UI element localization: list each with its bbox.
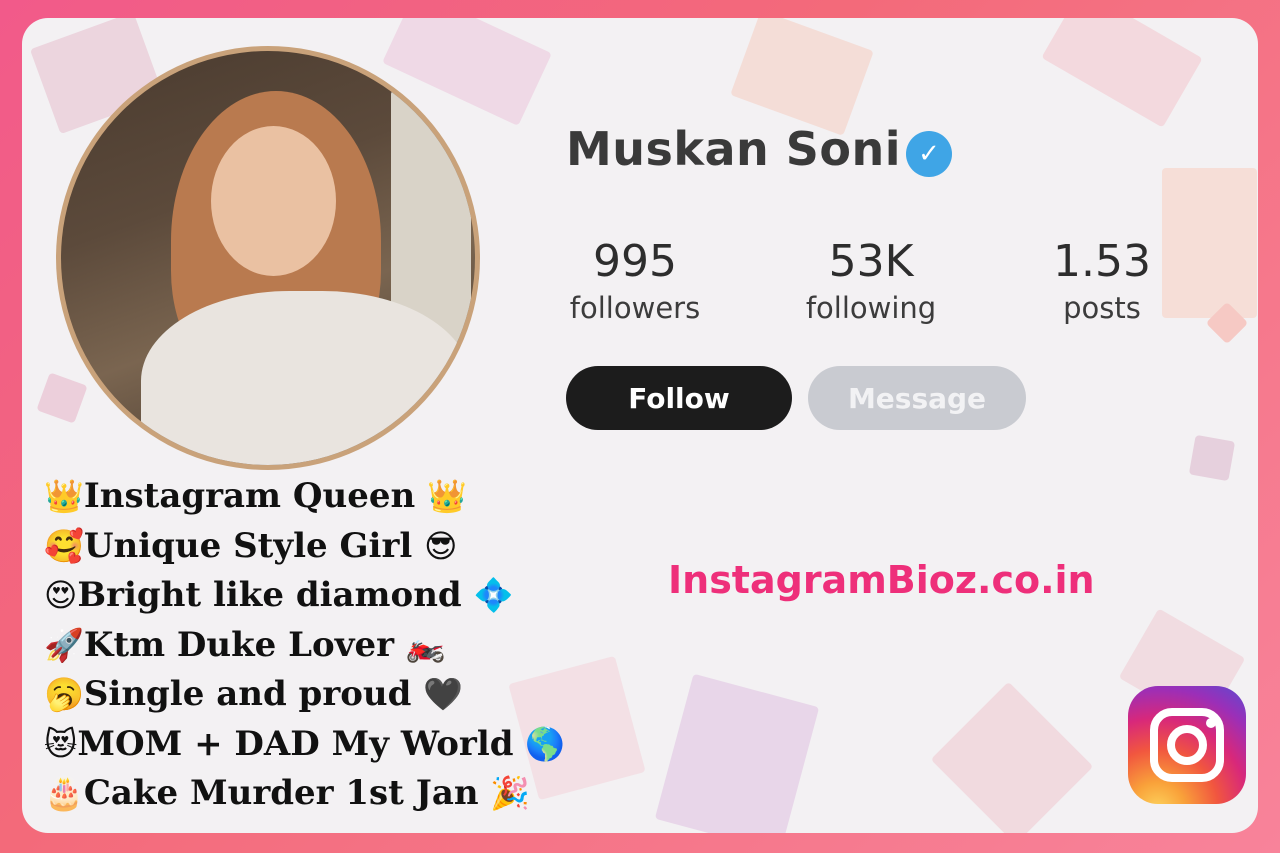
bio-text: Bright like diamond xyxy=(77,575,462,615)
follow-button[interactable]: Follow xyxy=(566,366,792,430)
bio-line: 🥰Unique Style Girl 😎 xyxy=(44,522,604,572)
profile-name: Muskan Soni xyxy=(566,122,902,176)
party-popper-icon: 🎉 xyxy=(490,774,531,812)
bio-text: Ktm Duke Lover xyxy=(83,624,395,665)
stat-value: 1.53 xyxy=(1053,236,1151,287)
crown-icon: 👑 xyxy=(427,477,467,515)
crown-icon: 👑 xyxy=(44,477,84,515)
motorcycle-icon: 🏍️ xyxy=(405,625,446,664)
website-watermark: InstagramBioz.co.in xyxy=(668,558,1095,602)
globe-icon: 🌎 xyxy=(525,724,566,763)
bio-line: 👑Instagram Queen 👑 xyxy=(44,472,604,522)
stat-posts[interactable]: 1.53 posts xyxy=(1032,236,1172,325)
stat-followers[interactable]: 995 followers xyxy=(560,236,710,325)
black-heart-icon: 🖤 xyxy=(423,675,464,713)
instagram-logo-lens xyxy=(1167,725,1207,765)
bio-text: Cake Murder 1st Jan xyxy=(83,773,479,813)
bio-line: 😻MOM + DAD My World 🌎 xyxy=(44,720,604,770)
bio-line: 🚀Ktm Duke Lover 🏍️ xyxy=(44,621,604,671)
bio-text: Unique Style Girl xyxy=(83,525,413,566)
stat-following[interactable]: 53K following xyxy=(796,236,946,325)
instagram-logo-icon xyxy=(1128,686,1246,804)
background-decoration xyxy=(654,673,820,833)
yawning-face-icon: 🥱 xyxy=(44,675,84,713)
bio-text: Instagram Queen xyxy=(83,476,416,516)
bio-line: 🎂Cake Murder 1st Jan 🎉 xyxy=(44,769,604,819)
bio-text: Single and proud xyxy=(83,674,412,714)
heart-eyes-cat-icon: 😻 xyxy=(44,724,78,763)
background-decoration xyxy=(36,372,88,424)
stat-label: following xyxy=(805,291,937,325)
bio-line: 😍Bright like diamond 💠 xyxy=(44,571,604,621)
stat-label: posts xyxy=(1063,291,1141,325)
birthday-cake-icon: 🎂 xyxy=(44,774,84,812)
smiling-hearts-icon: 🥰 xyxy=(44,526,84,565)
background-decoration xyxy=(930,681,1094,833)
message-button[interactable]: Message xyxy=(808,366,1026,430)
sunglasses-icon: 😎 xyxy=(424,526,458,565)
verified-badge-icon: ✓ xyxy=(906,131,952,177)
stat-value: 53K xyxy=(828,236,914,287)
background-decoration xyxy=(1041,18,1203,128)
bio-list: 👑Instagram Queen 👑 🥰Unique Style Girl 😎 … xyxy=(44,472,604,819)
stat-value: 995 xyxy=(593,236,677,287)
profile-avatar-ring xyxy=(56,46,480,470)
bio-text: MOM + DAD My World xyxy=(77,723,514,764)
avatar-sweater xyxy=(141,291,471,465)
background-decoration xyxy=(1162,168,1257,318)
heart-eyes-icon: 😍 xyxy=(44,576,78,614)
background-decoration xyxy=(730,18,874,136)
diamond-icon: 💠 xyxy=(473,576,514,614)
avatar-face xyxy=(211,126,336,276)
profile-avatar[interactable] xyxy=(61,51,475,465)
background-decoration xyxy=(1188,434,1236,482)
bio-line: 🥱Single and proud 🖤 xyxy=(44,670,604,720)
stat-label: followers xyxy=(569,291,701,325)
rocket-icon: 🚀 xyxy=(44,625,84,664)
instagram-logo-dot xyxy=(1206,718,1216,728)
